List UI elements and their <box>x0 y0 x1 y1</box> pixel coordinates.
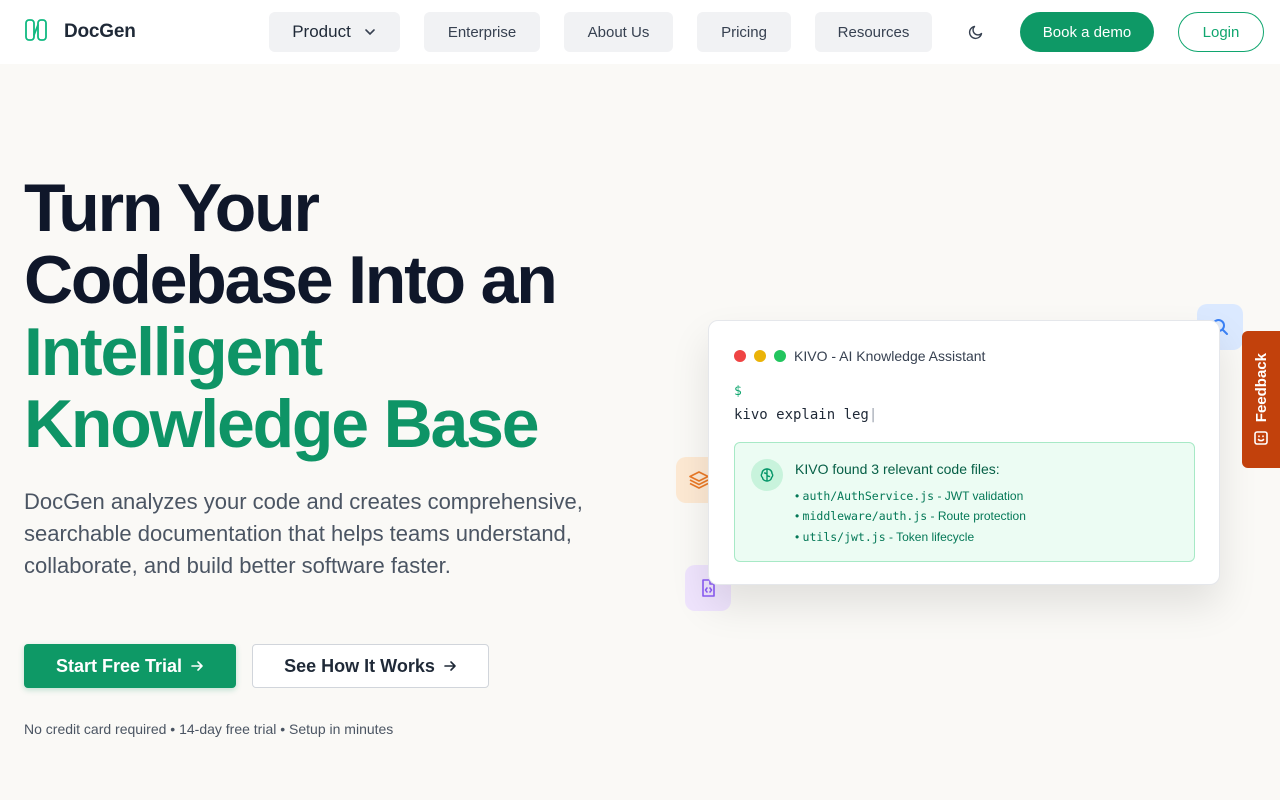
search-result-box: KIVO found 3 relevant code files: • auth… <box>734 442 1195 562</box>
nav-resources[interactable]: Resources <box>815 12 932 52</box>
see-how-it-works-button[interactable]: See How It Works <box>252 644 489 688</box>
arrow-right-icon <box>191 661 203 671</box>
file-path: auth/AuthService.js <box>802 489 935 503</box>
window-close-dot <box>734 350 746 362</box>
hero-heading-line-2: Codebase Into an <box>24 242 558 318</box>
theme-toggle-button[interactable] <box>962 18 990 46</box>
file-description: JWT validation <box>944 489 1024 503</box>
docgen-logo-icon[interactable] <box>24 18 48 42</box>
nav-about-label: About Us <box>587 23 650 41</box>
hero-heading-line-1: Turn Your <box>24 170 320 246</box>
result-file-2[interactable]: • middleware/auth.js - Route protection <box>795 509 1026 523</box>
trial-note: No credit card required • 14-day free tr… <box>24 721 394 737</box>
book-demo-button[interactable]: Book a demo <box>1020 12 1154 52</box>
result-file-1[interactable]: • auth/AuthService.js - JWT validation <box>795 489 1023 503</box>
hero-heading-line-4: Knowledge Base <box>24 386 540 462</box>
hero-heading-line-3: Intelligent <box>24 314 323 390</box>
nav-resources-label: Resources <box>837 23 910 41</box>
feedback-tab[interactable]: Feedback <box>1242 331 1280 468</box>
terminal-command-text: kivo explain leg <box>734 407 869 423</box>
nav-product-dropdown[interactable]: Product <box>269 12 400 52</box>
start-free-trial-button[interactable]: Start Free Trial <box>24 644 236 688</box>
bullet: • <box>795 509 803 523</box>
nav-about-us[interactable]: About Us <box>564 12 673 52</box>
ai-assistant-terminal-card: KIVO - AI Knowledge Assistant $ kivo exp… <box>708 320 1220 585</box>
file-path: middleware/auth.js <box>802 509 928 523</box>
nav-pricing[interactable]: Pricing <box>697 12 791 52</box>
smile-icon <box>1254 431 1268 445</box>
file-description: Token lifecycle <box>896 530 975 544</box>
hero-description: DocGen analyzes your code and creates co… <box>24 489 583 578</box>
see-how-it-works-label: See How It Works <box>284 655 435 676</box>
nav-enterprise-label: Enterprise <box>447 23 517 41</box>
brain-icon <box>751 459 783 491</box>
file-path: utils/jwt.js <box>802 530 886 544</box>
nav-pricing-label: Pricing <box>721 23 767 41</box>
arrow-right-icon <box>444 661 456 671</box>
separator: - <box>934 489 945 503</box>
bullet: • <box>795 489 803 503</box>
login-button[interactable]: Login <box>1178 12 1264 52</box>
nav-enterprise[interactable]: Enterprise <box>424 12 540 52</box>
file-description: Route protection <box>937 509 1026 523</box>
brand-name[interactable]: DocGen <box>64 21 136 43</box>
terminal-title: KIVO - AI Knowledge Assistant <box>794 348 986 364</box>
terminal-prompt: $ <box>734 384 742 399</box>
feedback-label: Feedback <box>1252 352 1270 423</box>
nav-product-label: Product <box>292 22 351 41</box>
top-navbar: DocGen Product Enterprise About Us Prici… <box>0 0 1280 64</box>
bullet: • <box>795 530 803 544</box>
window-minimize-dot <box>754 350 766 362</box>
result-title: KIVO found 3 relevant code files: <box>795 461 1000 477</box>
start-free-trial-label: Start Free Trial <box>55 655 183 676</box>
separator: - <box>927 509 938 523</box>
window-maximize-dot <box>774 350 786 362</box>
chevron-down-icon <box>364 29 375 36</box>
terminal-caret: | <box>868 407 878 423</box>
result-file-3[interactable]: • utils/jwt.js - Token lifecycle <box>795 530 974 544</box>
moon-icon <box>968 25 983 40</box>
terminal-command: kivo explain leg| <box>734 407 877 423</box>
separator: - <box>885 530 897 544</box>
